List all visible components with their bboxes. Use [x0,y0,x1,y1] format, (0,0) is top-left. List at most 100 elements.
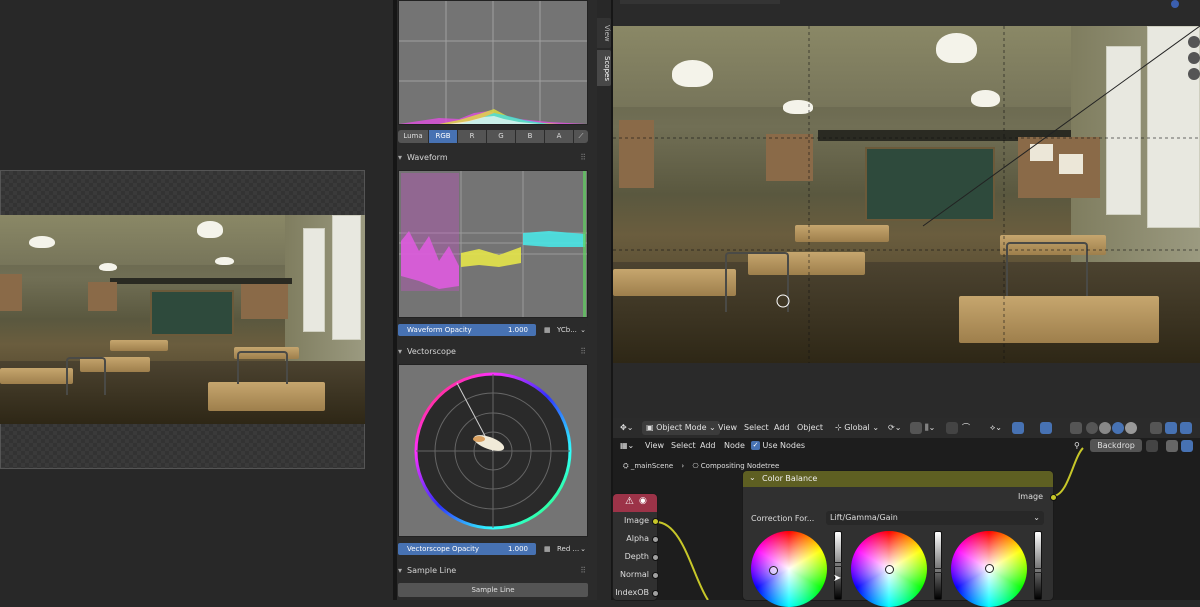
drag-handle-icon[interactable]: ⠿ [580,150,586,166]
output-indexob: IndexOB [615,588,649,597]
lift-value-slider[interactable] [834,531,842,600]
node-header[interactable]: ⚠ ◉ [613,494,657,512]
vectorscope-opacity-value: 1.000 [507,545,528,553]
socket-normal[interactable] [652,572,659,579]
correction-dropdown[interactable]: Lift/Gamma/Gain ⌄ [826,511,1044,525]
vectorscope-mode-dropdown[interactable]: ▦ Red ... ⌄ [541,543,588,555]
camera-icon[interactable] [1188,68,1200,80]
render-region-icon[interactable] [1165,422,1177,434]
histogram-mode-luma[interactable]: Luma [398,130,428,143]
navigation-gizmo[interactable] [1163,0,1193,12]
proportional-edit-icon[interactable] [946,422,958,434]
vectorscope-display [398,364,588,537]
sample-line-title: Sample Line [407,566,457,575]
waveform-opacity-value: 1.000 [507,326,528,334]
render-image-small [0,215,365,424]
viewport-menu-object[interactable]: Object [797,418,823,438]
solid-shading-icon[interactable] [1099,422,1111,434]
output-depth: Depth [624,552,649,561]
waveform-header[interactable]: Waveform ⠿ [398,150,588,166]
orientation-icon: ⊹ [835,423,845,432]
gamma-value-slider[interactable] [934,531,942,600]
node-header[interactable]: ⌄ Color Balance [743,471,1053,487]
drag-handle-icon[interactable]: ⠿ [580,563,586,579]
viewport-nav-icons [1188,36,1200,86]
snap-icon[interactable] [910,422,922,434]
vectorscope-title: Vectorscope [407,347,456,356]
socket-alpha[interactable] [652,536,659,543]
correction-label: Correction For... [751,514,815,523]
waveform-title: Waveform [407,153,448,162]
mode-value: Object Mode [656,423,707,432]
output-image: Image [623,516,649,525]
render-overlay-icon[interactable] [1180,422,1192,434]
tab-view[interactable]: View [597,18,611,48]
viewport-menu-add[interactable]: Add [774,418,790,438]
waveform-display [398,170,588,318]
vectorscope-opacity-field[interactable]: Vectorscope Opacity 1.000 [398,543,536,555]
rendered-shading-icon[interactable] [1125,422,1137,434]
histogram-display [398,0,588,125]
vectorscope-header[interactable]: Vectorscope ⠿ [398,344,588,360]
correction-value: Lift/Gamma/Gain [830,513,898,522]
chevron-down-icon: ⌄ [1033,513,1040,522]
histogram-log-icon[interactable]: ⟋ [574,130,588,143]
overlay-toggle-icon[interactable] [1040,422,1052,434]
collapse-icon[interactable]: ⌄ [749,473,756,482]
gain-value-slider[interactable] [1034,531,1042,600]
histogram-mode-b[interactable]: B [516,130,544,143]
chevron-down-icon: ⌄ [580,326,586,334]
vectorscope-mode-icon: ▦ [544,545,551,553]
waveform-mode-dropdown[interactable]: ▦ YCb... ⌄ [541,324,588,336]
eye-icon[interactable]: ◉ [639,496,647,506]
viewport-menu-select[interactable]: Select [744,418,769,438]
socket-image[interactable] [652,518,659,525]
sample-line-header[interactable]: Sample Line ⠿ [398,563,588,579]
socket-indexob[interactable] [652,590,659,597]
gain-wheel-cursor[interactable] [985,564,994,573]
gizmo-axis-icon[interactable] [1171,0,1179,8]
waveform-opacity-label: Waveform Opacity [407,326,472,334]
visibility-icon[interactable]: ⟡⌄ [990,418,1002,438]
pause-icon[interactable] [1150,422,1162,434]
sample-line-button[interactable]: Sample Line [398,583,588,597]
xray-icon[interactable] [1070,422,1082,434]
falloff-icon[interactable]: ⌒ [962,418,970,438]
wireframe-shading-icon[interactable] [1086,422,1098,434]
color-balance-node[interactable]: ⌄ Color Balance Image Correction For... … [743,471,1057,607]
vectorscope-mode-value: Red ... [557,545,580,553]
slider-handle[interactable] [1034,568,1042,573]
histogram-mode-g[interactable]: G [487,130,515,143]
camera-view-image[interactable] [613,26,1200,363]
editor-type-icon[interactable]: ✥⌄ [620,418,633,438]
histogram-mode-a[interactable]: A [545,130,573,143]
mouse-cursor-icon: ➤ [833,573,842,584]
waveform-opacity-field[interactable]: Waveform Opacity 1.000 [398,324,536,336]
lift-wheel-cursor[interactable] [769,566,778,575]
viewport-overlay-text [620,0,780,4]
material-shading-icon[interactable] [1112,422,1124,434]
slider-handle[interactable] [834,562,842,567]
pan-icon[interactable] [1188,52,1200,64]
gizmo-toggle-icon[interactable] [1012,422,1024,434]
lift-color-wheel[interactable] [751,531,827,607]
node-title: Color Balance [762,474,818,483]
output-image-label: Image [1017,492,1043,501]
zoom-icon[interactable] [1188,36,1200,48]
viewport-menu-view[interactable]: View [718,418,737,438]
mode-dropdown[interactable]: ▣ Object Mode ⌄ [642,421,720,435]
tab-scopes[interactable]: Scopes [597,50,611,86]
histogram-mode-rgb[interactable]: RGB [429,130,457,143]
render-layers-node[interactable]: ⚠ ◉ Image Alpha Depth Normal IndexOB [613,494,659,600]
vectorscope-opacity-label: Vectorscope Opacity [407,545,479,553]
output-image-socket[interactable] [1050,494,1057,501]
transform-orientation-dropdown[interactable]: ⊹ Global ⌄ [835,418,879,438]
histogram-mode-r[interactable]: R [458,130,486,143]
socket-depth[interactable] [652,554,659,561]
waveform-mode-icon: ▦ [544,326,551,334]
slider-handle[interactable] [934,568,942,573]
drag-handle-icon[interactable]: ⠿ [580,344,586,360]
gamma-wheel-cursor[interactable] [885,565,894,574]
snap-settings-icon[interactable]: ⫼⌄ [925,418,935,438]
pivot-icon[interactable]: ⟳⌄ [888,418,901,438]
